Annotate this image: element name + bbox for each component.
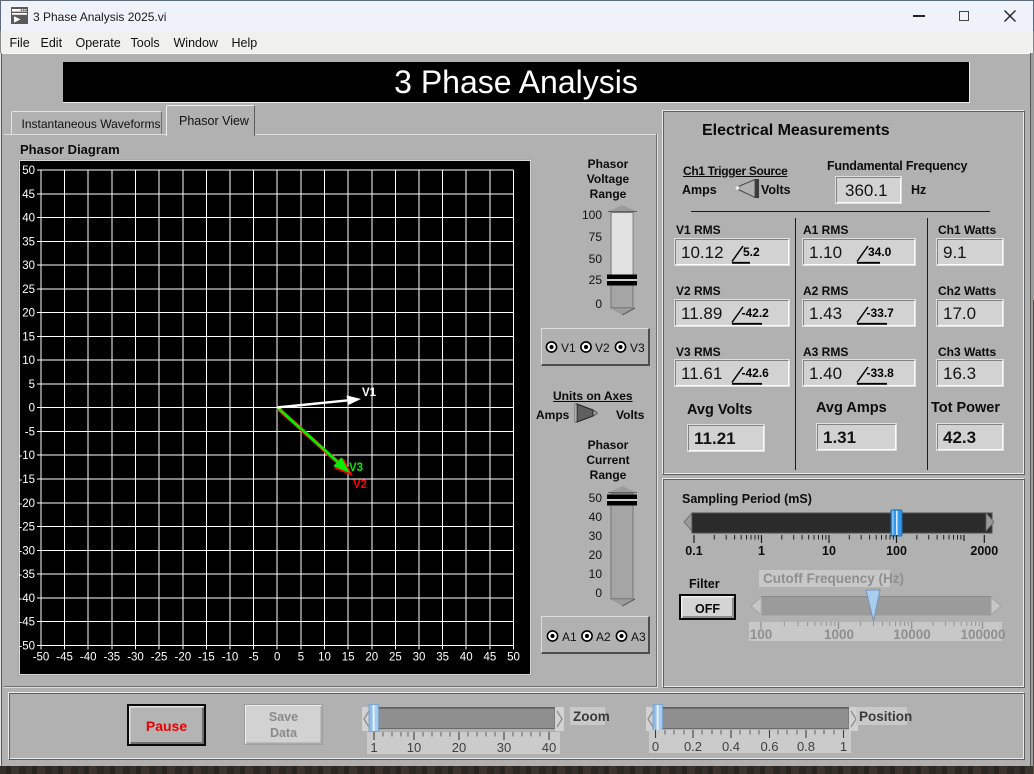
svg-text:40: 40 <box>460 651 473 663</box>
svg-text:-40: -40 <box>80 651 97 663</box>
svg-text:40: 40 <box>22 213 35 225</box>
svg-text:-30: -30 <box>127 651 144 663</box>
svg-text:5: 5 <box>298 651 304 663</box>
svg-text:-35: -35 <box>18 569 35 581</box>
svg-text:-35: -35 <box>104 651 121 663</box>
svg-text:-5: -5 <box>25 427 35 439</box>
svg-text:15: 15 <box>22 331 35 343</box>
svg-text:V2: V2 <box>353 479 367 491</box>
svg-text:-45: -45 <box>56 651 73 663</box>
svg-text:25: 25 <box>22 284 35 296</box>
svg-text:-15: -15 <box>198 651 215 663</box>
svg-text:35: 35 <box>22 236 35 248</box>
svg-text:-30: -30 <box>18 545 35 557</box>
svg-text:V3: V3 <box>349 462 363 474</box>
svg-text:45: 45 <box>22 189 35 201</box>
svg-text:10: 10 <box>318 651 331 663</box>
svg-text:15: 15 <box>342 651 355 663</box>
svg-text:10: 10 <box>22 355 35 367</box>
svg-text:-50: -50 <box>33 651 50 663</box>
svg-text:-25: -25 <box>18 522 35 534</box>
svg-text:30: 30 <box>22 260 35 272</box>
svg-text:-45: -45 <box>18 617 35 629</box>
svg-text:50: 50 <box>22 165 35 177</box>
svg-text:5: 5 <box>29 379 35 391</box>
svg-text:20: 20 <box>365 651 378 663</box>
svg-text:20: 20 <box>22 308 35 320</box>
svg-text:-25: -25 <box>151 651 168 663</box>
svg-text:-10: -10 <box>222 651 239 663</box>
svg-text:0: 0 <box>274 651 280 663</box>
svg-text:45: 45 <box>484 651 497 663</box>
svg-text:35: 35 <box>436 651 449 663</box>
svg-text:25: 25 <box>389 651 402 663</box>
svg-text:V1: V1 <box>362 387 377 399</box>
svg-text:30: 30 <box>413 651 426 663</box>
svg-text:-20: -20 <box>18 498 35 510</box>
svg-text:0: 0 <box>29 403 35 415</box>
svg-text:-15: -15 <box>18 474 35 486</box>
svg-text:50: 50 <box>507 651 520 663</box>
svg-text:-5: -5 <box>248 651 258 663</box>
svg-text:-10: -10 <box>18 450 35 462</box>
svg-text:-40: -40 <box>18 593 35 605</box>
svg-text:-20: -20 <box>174 651 191 663</box>
